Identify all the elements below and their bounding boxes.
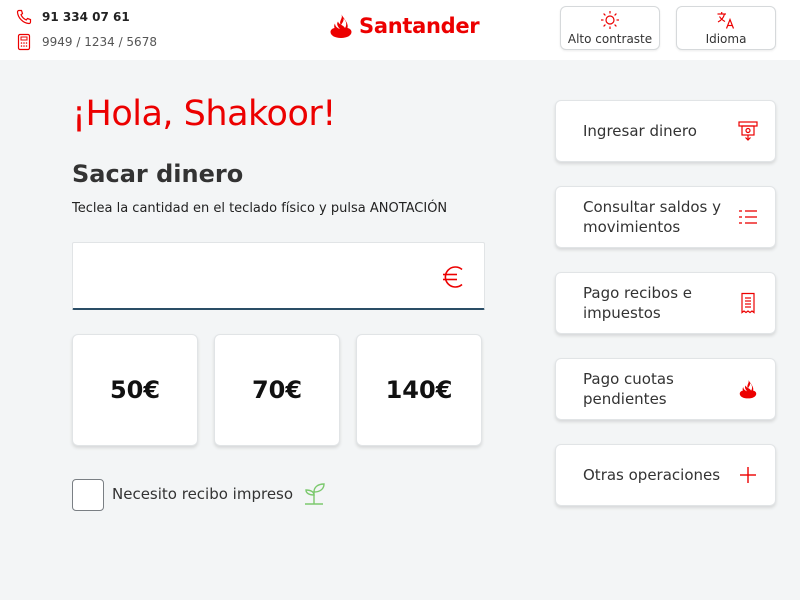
quick-amount-button-2[interactable]: 70€ [214, 334, 340, 446]
quick-amount-label: 70€ [251, 376, 303, 404]
language-button[interactable]: Idioma [676, 6, 776, 50]
phone-number: 91 334 07 61 [42, 10, 130, 24]
instructions-text: Teclea la cantidad en el teclado físico … [72, 201, 448, 216]
receipt-checkbox-label: Necesito recibo impreso [112, 485, 294, 503]
amount-input[interactable] [85, 257, 425, 297]
euro-icon [443, 266, 463, 288]
receipt-icon [737, 292, 759, 314]
operation-label: Otras operaciones [583, 466, 721, 484]
page-title: Sacar dinero [72, 160, 244, 188]
translate-icon [717, 12, 735, 29]
santander-flame-logo-icon [330, 14, 352, 38]
list-icon [737, 206, 759, 228]
quick-amount-label: 140€ [385, 376, 453, 404]
deposit-icon [737, 120, 759, 142]
operation-pay-bills[interactable]: Pago recibos e impuestos [555, 272, 776, 334]
greeting: ¡Hola, Shakoor! [72, 94, 336, 134]
operation-other[interactable]: Otras operaciones [555, 444, 776, 506]
operation-deposit-money[interactable]: Ingresar dinero [555, 100, 776, 162]
top-bar: 91 334 07 61 9949 / 1234 / 5678 Santande… [0, 0, 800, 60]
phone-icon [16, 8, 32, 26]
quick-amount-button-1[interactable]: 50€ [72, 334, 198, 446]
sun-icon [601, 11, 619, 29]
account-number: 9949 / 1234 / 5678 [42, 35, 157, 49]
amount-field[interactable] [72, 242, 485, 310]
language-label: Idioma [705, 32, 747, 46]
eco-sprout-icon [305, 483, 325, 505]
quick-amount-button-3[interactable]: 140€ [356, 334, 482, 446]
operation-label: Consultar saldos y movimientos [583, 198, 721, 236]
phone-line: 91 334 07 61 [16, 8, 130, 26]
operation-check-balance[interactable]: Consultar saldos y movimientos [555, 186, 776, 248]
plus-icon [737, 464, 759, 486]
high-contrast-label: Alto contraste [567, 32, 653, 46]
santander-flame-icon [737, 378, 759, 400]
high-contrast-button[interactable]: Alto contraste [560, 6, 660, 50]
operation-label: Pago cuotas pendientes [583, 370, 674, 408]
santander-logo: Santander [329, 12, 480, 40]
logo-text: Santander [359, 14, 480, 38]
calculator-icon [16, 33, 32, 51]
operation-label: Pago recibos e impuestos [583, 284, 693, 322]
account-line: 9949 / 1234 / 5678 [16, 33, 157, 51]
receipt-checkbox[interactable] [72, 479, 104, 511]
operation-pending-payments[interactable]: Pago cuotas pendientes [555, 358, 776, 420]
operation-label: Ingresar dinero [583, 122, 697, 140]
quick-amount-label: 50€ [109, 376, 161, 404]
